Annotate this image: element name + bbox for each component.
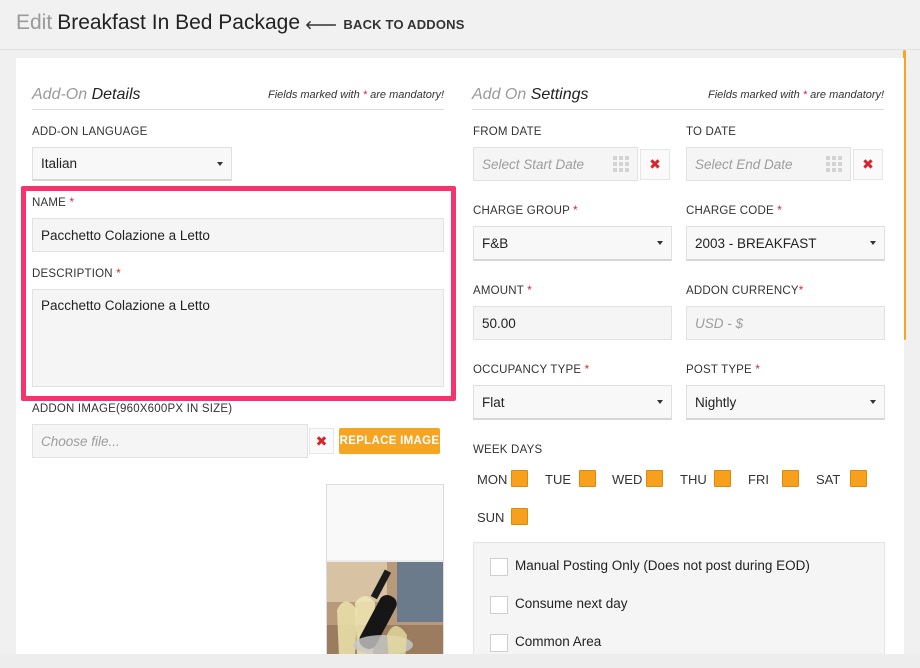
amount-input[interactable]: 50.00	[473, 306, 672, 340]
page-title: Edit Breakfast In Bed Package	[16, 11, 300, 35]
from-date-placeholder: Select Start Date	[482, 156, 585, 172]
currency-placeholder: USD - $	[695, 315, 744, 331]
to-date-input[interactable]: Select End Date	[686, 147, 851, 181]
common-area-checkbox[interactable]	[490, 634, 508, 652]
common-area-label: Common Area	[515, 634, 602, 649]
caret-down-icon	[657, 241, 663, 245]
day-label-thu: THU	[680, 472, 707, 487]
file-input-placeholder: Choose file...	[41, 433, 120, 449]
replace-image-button[interactable]: REPLACE IMAGE	[339, 428, 440, 454]
manual-posting-label: Manual Posting Only (Does not post durin…	[515, 558, 810, 573]
addon-image-label: ADDON IMAGE(960X600PX IN SIZE)	[32, 403, 233, 415]
name-input-value: Pacchetto Colazione a Letto	[41, 227, 210, 243]
day-checkbox-sat[interactable]	[850, 470, 867, 487]
language-select-value: Italian	[41, 156, 78, 171]
name-label: NAME *	[32, 197, 75, 209]
close-x-icon: ✖	[862, 156, 874, 172]
day-label-sat: SAT	[816, 472, 841, 487]
settings-divider	[472, 109, 884, 110]
post-type-value: Nightly	[695, 394, 737, 410]
clear-to-date-button[interactable]: ✖	[853, 149, 883, 180]
occupancy-type-label: OCCUPANCY TYPE *	[473, 364, 590, 376]
occupancy-type-value: Flat	[482, 394, 505, 410]
day-checkbox-sun[interactable]	[511, 508, 528, 525]
charge-code-value: 2003 - BREAKFAST	[695, 235, 817, 251]
language-select[interactable]: Italian	[32, 147, 232, 181]
settings-mandatory-note: Fields marked with * are mandatory!	[708, 89, 885, 101]
day-label-tue: TUE	[545, 472, 571, 487]
back-to-addons-label: BACK TO ADDONS	[343, 17, 465, 32]
details-divider	[32, 109, 444, 110]
post-type-label: POST TYPE *	[686, 364, 761, 376]
page-title-prefix: Edit	[16, 11, 53, 34]
calendar-icon[interactable]	[826, 156, 842, 172]
consume-next-day-label: Consume next day	[515, 596, 628, 611]
calendar-icon[interactable]	[613, 156, 629, 172]
charge-group-value: F&B	[482, 235, 509, 251]
name-input[interactable]: Pacchetto Colazione a Letto	[32, 218, 444, 252]
from-date-input[interactable]: Select Start Date	[473, 147, 638, 181]
day-checkbox-fri[interactable]	[782, 470, 799, 487]
currency-input[interactable]: USD - $	[686, 306, 885, 340]
day-checkbox-thu[interactable]	[714, 470, 731, 487]
to-date-placeholder: Select End Date	[695, 156, 793, 172]
amount-label: AMOUNT *	[473, 285, 532, 297]
clear-file-button[interactable]: ✖	[309, 428, 334, 454]
breakfast-photo	[327, 485, 443, 658]
caret-down-icon	[870, 400, 876, 404]
caret-down-icon	[217, 161, 223, 166]
clear-from-date-button[interactable]: ✖	[640, 149, 670, 180]
page-header: Edit Breakfast In Bed Package 🡐 BACK TO AD…	[0, 0, 920, 50]
charge-code-select[interactable]: 2003 - BREAKFAST	[686, 226, 885, 261]
file-input[interactable]: Choose file...	[32, 424, 308, 458]
addon-image-preview	[326, 484, 444, 658]
details-section-title: Add-On Details	[32, 86, 141, 103]
consume-next-day-checkbox[interactable]	[490, 596, 508, 614]
page-bottom-band	[0, 654, 920, 668]
charge-group-label: CHARGE GROUP *	[473, 205, 578, 217]
arrow-left-icon: 🡐	[305, 18, 338, 32]
close-x-icon: ✖	[315, 432, 328, 449]
page-title-text: Breakfast In Bed Package	[57, 11, 300, 34]
language-label: ADD-ON LANGUAGE	[32, 126, 148, 138]
week-days-label: WEEK DAYS	[473, 444, 543, 456]
day-checkbox-mon[interactable]	[511, 470, 528, 487]
close-x-icon: ✖	[649, 156, 661, 172]
day-label-wed: WED	[612, 472, 643, 487]
day-label-fri: FRI	[748, 472, 769, 487]
description-textarea-value: Pacchetto Colazione a Letto	[41, 298, 210, 313]
charge-code-label: CHARGE CODE *	[686, 205, 782, 217]
edit-addon-card: Add-On Details Fields marked with * are …	[16, 58, 904, 658]
details-mandatory-note: Fields marked with * are mandatory!	[268, 89, 445, 101]
caret-down-icon	[870, 241, 876, 245]
post-type-select[interactable]: Nightly	[686, 385, 885, 420]
description-textarea[interactable]: Pacchetto Colazione a Letto	[32, 289, 444, 387]
settings-section-title: Add On Settings	[472, 86, 589, 103]
occupancy-type-select[interactable]: Flat	[473, 385, 672, 420]
back-to-addons-link[interactable]: 🡐 BACK TO ADDONS	[305, 17, 465, 32]
to-date-label: TO DATE	[686, 126, 737, 138]
charge-group-select[interactable]: F&B	[473, 226, 672, 261]
description-label: DESCRIPTION *	[32, 268, 121, 280]
currency-label: ADDON CURRENCY*	[686, 285, 804, 297]
day-checkbox-wed[interactable]	[646, 470, 663, 487]
amount-value: 50.00	[482, 315, 516, 331]
day-label-mon: MON	[477, 472, 508, 487]
manual-posting-checkbox[interactable]	[490, 558, 508, 576]
from-date-label: FROM DATE	[473, 126, 542, 138]
day-checkbox-tue[interactable]	[579, 470, 596, 487]
day-label-sun: SUN	[477, 510, 505, 525]
caret-down-icon	[657, 400, 663, 404]
